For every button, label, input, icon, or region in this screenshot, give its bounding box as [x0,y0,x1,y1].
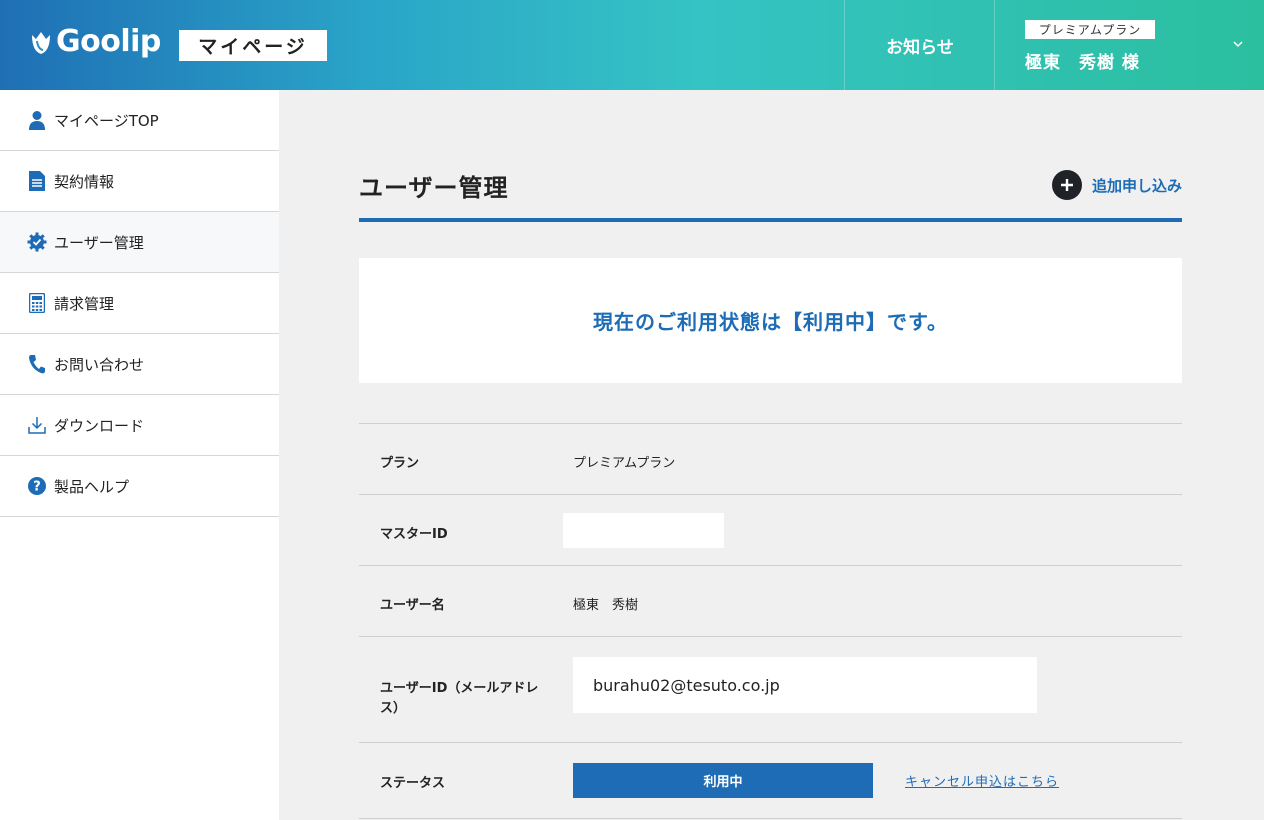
title-divider [359,218,1182,222]
user-id-label-line2: ス） [380,701,407,716]
user-name-value: 極東 秀樹 [573,598,639,613]
usage-status-message: 現在のご利用状態は【利用中】です。 [593,310,948,334]
logo-text: Goolip [56,24,161,59]
usage-status-banner: 現在のご利用状態は【利用中】です。 [359,258,1182,383]
sidebar-item-label: ダウンロード [54,416,145,435]
table-row: ユーザーID（メールアドレ ス） burahu02@tesuto.co.jp [359,637,1182,743]
status-label: ステータス [380,776,446,791]
user-name[interactable]: 極東 秀樹 様 [1025,48,1140,73]
master-id-label: マスターID [380,527,448,542]
status-in-use-button[interactable]: 利用中 [573,763,873,798]
user-name-label: ユーザー名 [380,598,445,613]
cancel-application-link[interactable]: キャンセル申込はこちら [905,771,1059,790]
table-row: マスターID [359,495,1182,566]
logo[interactable]: Goolip [30,24,161,59]
chevron-down-icon[interactable] [1233,40,1243,48]
email-value: burahu02@tesuto.co.jp [593,675,780,695]
notice-link[interactable]: お知らせ [845,0,995,90]
table-row: プラン プレミアムプラン [359,424,1182,495]
add-application-label: 追加申し込み [1091,176,1182,195]
add-application-link[interactable]: 追加申し込み [1051,170,1182,200]
sidebar-item-label: 製品ヘルプ [54,477,130,496]
title-row: ユーザー管理 追加申し込み [359,168,1182,208]
table-row: ユーザー名 極東 秀樹 [359,566,1182,637]
svg-text:?: ? [33,480,41,495]
phone-icon [27,354,47,374]
sidebar-item-contact[interactable]: お問い合わせ [0,334,279,395]
sidebar-item-label: マイページTOP [54,111,159,130]
sidebar-item-help[interactable]: ? 製品ヘルプ [0,456,279,517]
sidebar-item-label: ユーザー管理 [54,233,144,252]
plan-badge: プレミアムプラン [1025,20,1155,39]
user-info-table: プラン プレミアムプラン マスターID ユーザー名 極東 秀樹 ユーザーID（メ… [359,423,1182,819]
sidebar-item-billing[interactable]: 請求管理 [0,273,279,334]
user-id-label-line1: ユーザーID（メールアドレ [380,681,539,696]
mypage-badge: マイページ [179,30,327,61]
page-title: ユーザー管理 [359,174,509,202]
plan-label: プラン [380,456,420,471]
table-row: ステータス 利用中 キャンセル申込はこちら [359,743,1182,819]
sidebar-item-label: 請求管理 [54,294,115,313]
document-icon [27,171,47,191]
top-header: Goolip マイページ お知らせ プレミアムプラン 極東 秀樹 様 [0,0,1264,90]
sidebar-item-contract[interactable]: 契約情報 [0,151,279,212]
sidebar-item-download[interactable]: ダウンロード [0,395,279,456]
tulip-logo-icon [32,31,50,54]
sidebar-item-label: 契約情報 [54,172,115,191]
sidebar-item-label: お問い合わせ [54,355,145,374]
plan-value: プレミアムプラン [573,456,676,471]
sidebar-item-user-management[interactable]: ユーザー管理 [0,212,279,273]
sidebar: マイページTOP 契約情報 ユーザー管理 請求管理 お問い合わせ ダウンロード … [0,90,279,820]
help-icon: ? [27,476,47,496]
master-id-field[interactable] [563,513,724,548]
plus-icon [1051,170,1082,200]
user-icon [27,110,47,130]
user-id-label: ユーザーID（メールアドレ ス） [380,679,538,719]
email-field[interactable]: burahu02@tesuto.co.jp [573,657,1037,713]
download-icon [27,415,47,435]
sidebar-item-mypage-top[interactable]: マイページTOP [0,90,279,151]
calculator-icon [27,293,47,313]
header-divider [994,0,995,90]
gear-check-icon [27,232,47,252]
